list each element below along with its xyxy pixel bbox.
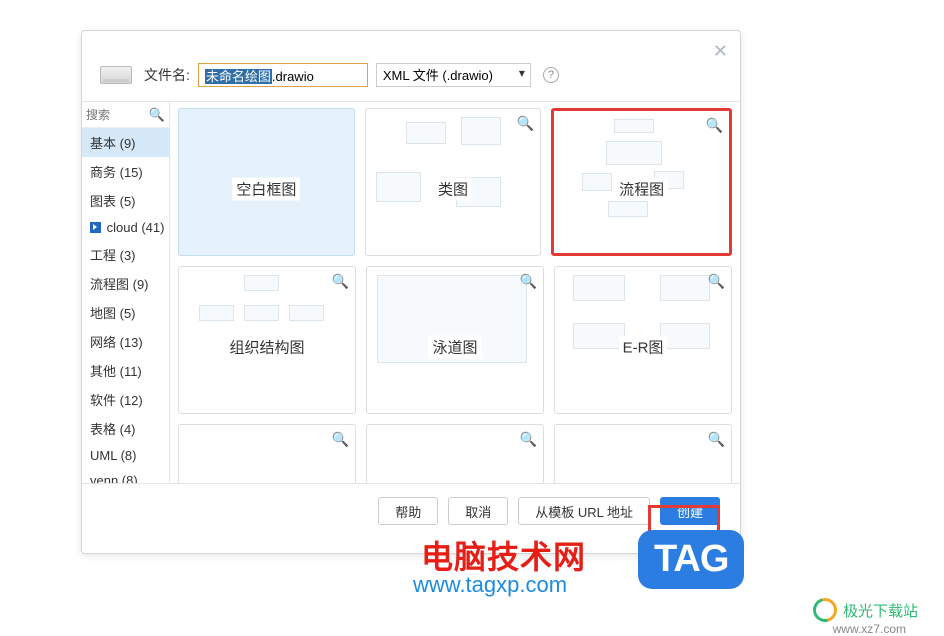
template-thumb	[564, 119, 719, 217]
templates-grid: 空白框图 🔍 类图 🔍 流程图 🔍 组织结构图 🔍 泳道图 🔍 E-R图 🔍 Sequence 🔍 Si…	[170, 102, 740, 483]
from-url-button[interactable]: 从模板 URL 地址	[518, 497, 650, 525]
filename-selection: 未命名绘图	[205, 69, 272, 84]
template-row: 🔍 组织结构图 🔍 泳道图 🔍 E-R图	[178, 266, 732, 414]
zoom-icon[interactable]: 🔍	[708, 273, 725, 290]
sidebar-item[interactable]: 网络 (13)	[82, 327, 169, 356]
sidebar-item[interactable]: 地图 (5)	[82, 298, 169, 327]
zoom-icon[interactable]: 🔍	[520, 273, 537, 290]
template-card[interactable]: 空白框图	[178, 108, 355, 256]
sidebar-item[interactable]: venn (8)	[82, 468, 169, 483]
filename-label: 文件名:	[144, 65, 190, 85]
zoom-icon[interactable]: 🔍	[708, 431, 725, 448]
template-title: Simple	[428, 482, 482, 483]
category-sidebar: 🔍 基本 (9) 商务 (15) 图表 (5) cloud (41) 工程 (3) 流程…	[82, 102, 170, 483]
zoom-icon[interactable]: 🔍	[517, 115, 534, 132]
template-title: 类图	[434, 178, 472, 201]
sidebar-item-label: 流程图 (9)	[90, 277, 149, 292]
template-card[interactable]: 🔍 流程图	[551, 108, 732, 256]
search-row: 🔍	[82, 102, 169, 128]
filename-input[interactable]: 未命名绘图.drawio	[198, 63, 368, 87]
template-title: 流程图	[615, 178, 668, 201]
template-title: 泳道图	[428, 336, 481, 359]
category-list: 基本 (9) 商务 (15) 图表 (5) cloud (41) 工程 (3) 流程图 …	[82, 128, 169, 483]
template-row: 🔍 Sequence 🔍 Simple 🔍 Cross-	[178, 424, 732, 483]
sidebar-item-label: 表格 (4)	[90, 422, 136, 437]
dialog-footer: 帮助 取消 从模板 URL 地址 创建	[82, 483, 740, 538]
filetype-select-wrap: XML 文件 (.drawio)	[376, 63, 531, 87]
template-card[interactable]: 🔍 类图	[365, 108, 542, 256]
sidebar-item-label: 商务 (15)	[90, 165, 143, 180]
zoom-icon[interactable]: 🔍	[520, 431, 537, 448]
cancel-button[interactable]: 取消	[448, 497, 508, 525]
sidebar-item-label: 网络 (13)	[90, 335, 143, 350]
zoom-icon[interactable]: 🔍	[332, 431, 349, 448]
template-title: 空白框图	[232, 178, 300, 201]
dialog-header: 文件名: 未命名绘图.drawio XML 文件 (.drawio) ?	[82, 31, 740, 101]
template-thumb	[376, 117, 531, 219]
jiguang-text: 极光下载站	[843, 600, 918, 621]
jiguang-url: www.xz7.com	[833, 622, 906, 636]
sidebar-item[interactable]: cloud (41)	[82, 215, 169, 240]
template-thumb	[377, 275, 533, 377]
template-card[interactable]: 🔍 Sequence	[178, 424, 356, 483]
sidebar-item-label: cloud (41)	[107, 220, 165, 235]
sidebar-item-label: 工程 (3)	[90, 248, 136, 263]
zoom-icon[interactable]: 🔍	[332, 273, 349, 290]
template-thumb	[565, 275, 721, 377]
jiguang-brand: 极光下载站	[813, 598, 918, 622]
sidebar-item[interactable]: 图表 (5)	[82, 186, 169, 215]
sidebar-item[interactable]: UML (8)	[82, 443, 169, 468]
sidebar-item-label: 图表 (5)	[90, 194, 136, 209]
sidebar-item[interactable]: 软件 (12)	[82, 385, 169, 414]
zoom-icon[interactable]: 🔍	[706, 117, 723, 134]
filename-suffix: .drawio	[272, 69, 314, 84]
tag-badge: TAG	[638, 530, 744, 589]
sidebar-item[interactable]: 表格 (4)	[82, 414, 169, 443]
template-title: Cross-	[617, 482, 669, 483]
template-title: E-R图	[619, 336, 668, 359]
template-card[interactable]: 🔍 Cross-	[554, 424, 732, 483]
sidebar-item[interactable]: 商务 (15)	[82, 157, 169, 186]
sidebar-item-label: venn (8)	[90, 473, 138, 483]
sidebar-item-label: 其他 (11)	[90, 364, 142, 379]
dialog-body: 🔍 基本 (9) 商务 (15) 图表 (5) cloud (41) 工程 (3) 流程…	[82, 101, 740, 483]
template-card[interactable]: 🔍 E-R图	[554, 266, 732, 414]
sidebar-item[interactable]: 基本 (9)	[82, 128, 169, 157]
search-icon[interactable]: 🔍	[149, 107, 165, 123]
new-file-dialog: ✕ 文件名: 未命名绘图.drawio XML 文件 (.drawio) ? 🔍…	[81, 30, 741, 554]
filetype-select[interactable]: XML 文件 (.drawio)	[376, 63, 531, 87]
sidebar-item-label: UML (8)	[90, 448, 136, 463]
template-title: 组织结构图	[225, 336, 308, 359]
template-row: 空白框图 🔍 类图 🔍 流程图	[178, 108, 732, 256]
template-title: Sequence	[229, 482, 305, 483]
template-thumb	[189, 275, 345, 377]
search-input[interactable]	[86, 108, 147, 122]
help-button[interactable]: 帮助	[378, 497, 438, 525]
sidebar-item-label: 基本 (9)	[90, 136, 136, 151]
sidebar-item[interactable]: 流程图 (9)	[82, 269, 169, 298]
disk-icon	[100, 66, 132, 84]
sidebar-item[interactable]: 其他 (11)	[82, 356, 169, 385]
create-button[interactable]: 创建	[660, 497, 720, 525]
sidebar-item-label: 软件 (12)	[90, 393, 143, 408]
close-icon[interactable]: ✕	[713, 41, 728, 62]
play-icon	[90, 222, 101, 233]
watermark-url: www.tagxp.com	[413, 572, 567, 598]
sidebar-item-label: 地图 (5)	[90, 306, 136, 321]
template-card[interactable]: 🔍 泳道图	[366, 266, 544, 414]
template-card[interactable]: 🔍 Simple	[366, 424, 544, 483]
sidebar-item[interactable]: 工程 (3)	[82, 240, 169, 269]
template-card[interactable]: 🔍 组织结构图	[178, 266, 356, 414]
help-icon[interactable]: ?	[543, 67, 559, 83]
